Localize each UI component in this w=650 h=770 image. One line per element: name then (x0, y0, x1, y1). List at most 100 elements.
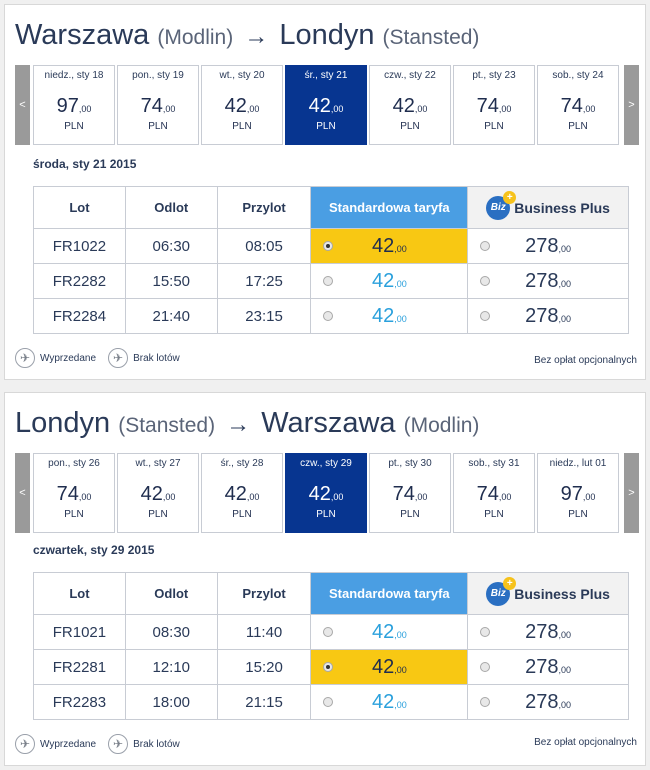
day-price: 74,00 (34, 483, 114, 506)
fare-radio[interactable] (480, 311, 491, 321)
day-card[interactable]: wt., sty 27 42,00 PLN (117, 453, 199, 533)
fare-radio[interactable] (480, 276, 491, 286)
day-price-cents: ,00 (414, 492, 428, 502)
sold-out-plane-icon: ✈ (15, 734, 35, 754)
day-card[interactable]: sob., sty 31 74,00 PLN (453, 453, 535, 533)
business-fare-option[interactable]: 278,00 (467, 228, 629, 264)
business-fare-option[interactable]: 278,00 (467, 649, 629, 685)
day-currency: PLN (400, 509, 420, 520)
day-label: pt., sty 23 (472, 70, 516, 81)
standard-fare-option[interactable]: 42,00 (310, 684, 469, 720)
business-fare-option[interactable]: 278,00 (467, 684, 629, 720)
fare-radio[interactable] (323, 276, 334, 286)
table-row: FR2284 21:40 23:15 42,00 278,00 (33, 298, 629, 334)
next-week-button[interactable]: > (624, 453, 639, 533)
day-card[interactable]: niedz., lut 01 97,00 PLN (537, 453, 619, 533)
day-card[interactable]: czw., sty 22 42,00 PLN (369, 65, 451, 145)
fare-cents: ,00 (394, 664, 407, 675)
business-fare-option[interactable]: 278,00 (467, 263, 629, 299)
day-price-cents: ,00 (498, 104, 512, 114)
origin-city: Warszawa (15, 19, 150, 51)
standard-fare-option[interactable]: 42,00 (310, 228, 469, 264)
table-row: FR2281 12:10 15:20 42,00 278,00 (33, 649, 629, 685)
flight-number: FR2281 (33, 649, 126, 685)
legend: ✈ Wyprzedane ✈ Brak lotów (15, 734, 180, 754)
day-label: czw., sty 22 (384, 70, 436, 81)
fare-radio[interactable] (480, 627, 491, 637)
day-price: 74,00 (454, 95, 534, 118)
day-price-value: 42 (308, 483, 331, 505)
col-flight: Lot (33, 572, 126, 615)
standard-fare-option[interactable]: 42,00 (310, 263, 469, 299)
day-card[interactable]: pon., sty 26 74,00 PLN (33, 453, 115, 533)
fare-price: 278 (525, 234, 559, 257)
fare-radio-selected[interactable] (323, 241, 334, 251)
day-card-selected[interactable]: czw., sty 29 42,00 PLN (285, 453, 367, 533)
fare-radio[interactable] (480, 241, 491, 251)
day-card[interactable]: niedz., sty 18 97,00 PLN (33, 65, 115, 145)
next-week-button[interactable]: > (624, 65, 639, 145)
day-price-cents: ,00 (246, 104, 260, 114)
day-currency: PLN (64, 509, 84, 520)
flight-number: FR1022 (33, 228, 126, 264)
date-carousel: < pon., sty 26 74,00 PLN wt., sty 27 42,00 P… (15, 453, 639, 533)
return-panel: Londyn (Stansted) → Warszawa (Modlin) < … (4, 392, 646, 766)
fare-radio[interactable] (323, 311, 334, 321)
day-currency: PLN (232, 509, 252, 520)
fare-price: 42 (371, 234, 395, 257)
col-depart: Odlot (124, 186, 218, 229)
standard-fare-option[interactable]: 42,00 (310, 298, 469, 334)
day-price-cents: ,00 (414, 104, 428, 114)
day-label: sob., sty 24 (552, 70, 604, 81)
flight-number: FR2284 (33, 298, 126, 334)
col-depart: Odlot (124, 572, 218, 615)
standard-fare-option[interactable]: 42,00 (310, 649, 469, 685)
day-card[interactable]: pt., sty 23 74,00 PLN (453, 65, 535, 145)
fare-price: 278 (525, 304, 559, 327)
business-fare-option[interactable]: 278,00 (467, 298, 629, 334)
fare-radio[interactable] (323, 627, 334, 637)
prev-week-button[interactable]: < (15, 65, 30, 145)
day-label: wt., sty 20 (219, 70, 265, 81)
flights-table: Lot Odlot Przylot Standardowa taryfa Biz… (33, 572, 629, 720)
day-card[interactable]: śr., sty 28 42,00 PLN (201, 453, 283, 533)
depart-time: 15:50 (124, 263, 218, 299)
depart-time: 12:10 (124, 649, 218, 685)
business-plus-label: Business Plus (514, 585, 610, 602)
route-arrow-icon: → (244, 23, 269, 50)
flight-number: FR2282 (33, 263, 126, 299)
day-price: 42,00 (286, 483, 366, 506)
sold-out-plane-icon: ✈ (15, 348, 35, 368)
day-currency: PLN (484, 121, 504, 132)
day-price: 97,00 (34, 95, 114, 118)
col-standard-fare: Standardowa taryfa (310, 186, 469, 229)
standard-fare-option[interactable]: 42,00 (310, 614, 469, 650)
fare-radio[interactable] (480, 697, 491, 707)
table-row: FR2282 15:50 17:25 42,00 278,00 (33, 263, 629, 299)
day-price-value: 97 (56, 95, 79, 117)
day-price-value: 74 (476, 483, 499, 505)
depart-time: 08:30 (124, 614, 218, 650)
day-card[interactable]: wt., sty 20 42,00 PLN (201, 65, 283, 145)
day-card[interactable]: pt., sty 30 74,00 PLN (369, 453, 451, 533)
no-fee-note: Bez opłat opcjonalnych (534, 355, 637, 366)
fare-radio-selected[interactable] (323, 662, 334, 672)
business-fare-option[interactable]: 278,00 (467, 614, 629, 650)
legend-noflights: Brak lotów (133, 352, 180, 364)
route-title: Warszawa (Modlin) → Londyn (Stansted) (15, 19, 479, 52)
day-card-selected[interactable]: śr., sty 21 42,00 PLN (285, 65, 367, 145)
day-price-value: 42 (140, 483, 163, 505)
day-label: pon., sty 19 (132, 70, 184, 81)
fare-price: 42 (371, 690, 395, 713)
table-row: FR1022 06:30 08:05 42,00 278,00 (33, 228, 629, 264)
day-card[interactable]: pon., sty 19 74,00 PLN (117, 65, 199, 145)
route-arrow-icon: → (226, 411, 251, 438)
fare-radio[interactable] (323, 697, 334, 707)
day-card[interactable]: sob., sty 24 74,00 PLN (537, 65, 619, 145)
flight-number: FR2283 (33, 684, 126, 720)
day-price: 74,00 (454, 483, 534, 506)
fare-radio[interactable] (480, 662, 491, 672)
prev-week-button[interactable]: < (15, 453, 30, 533)
table-header-row: Lot Odlot Przylot Standardowa taryfa Biz… (33, 572, 629, 615)
fare-cents: ,00 (558, 664, 572, 675)
